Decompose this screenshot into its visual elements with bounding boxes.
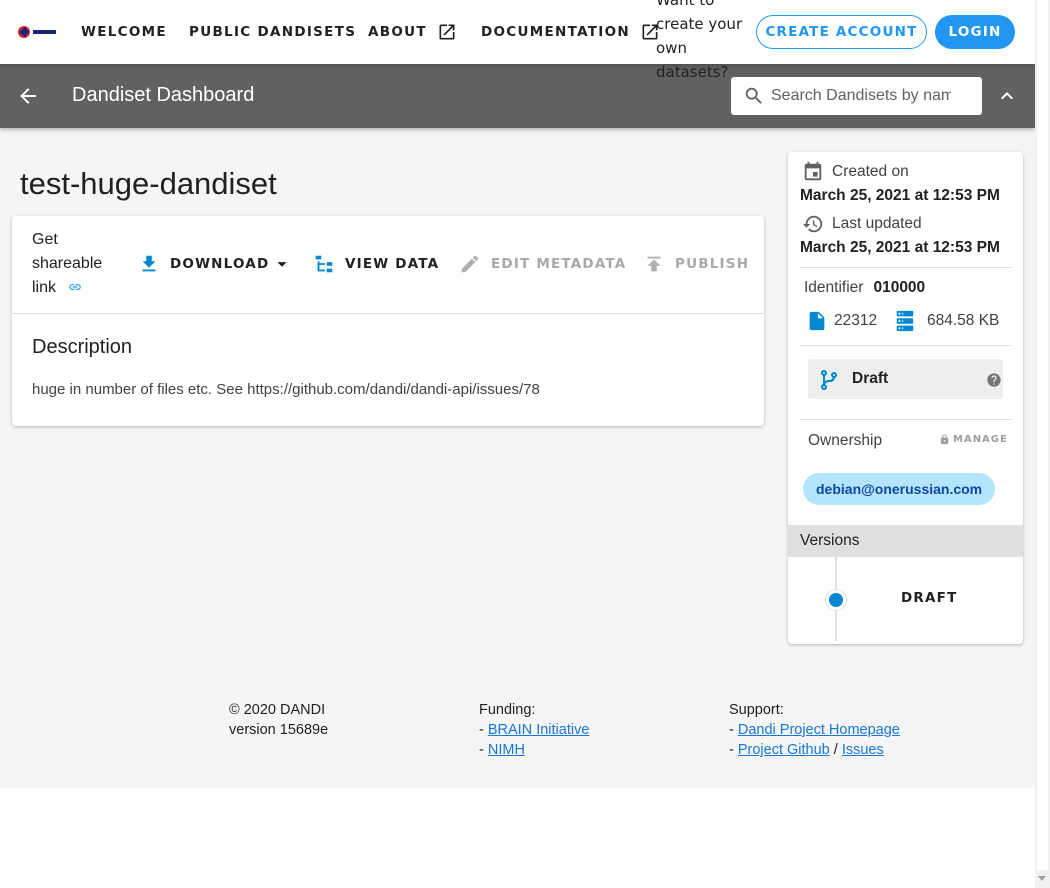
open-in-new-icon [439,24,455,40]
version-label: Draft [852,370,889,387]
scroll-down-arrow[interactable] [1038,876,1046,881]
link-icon [69,284,82,290]
version-text: version 15689e [229,722,329,738]
caret-down-icon [277,262,287,267]
toolbar-title: Dandiset Dashboard [72,84,255,106]
file-tree-icon [315,255,333,273]
edit-metadata-label: Edit Metadata [491,256,627,272]
download-button[interactable]: Download [138,252,293,276]
size-row: 684.58 KB [894,310,999,332]
identifier-label: Identifier [804,279,864,296]
top-app-bar: Welcome Public Dandisets About Documenta… [0,0,1035,81]
dandiset-card: Get shareable link Download View Data Ed… [12,216,764,426]
search-icon [745,87,762,104]
updated-row: Last updated [802,213,922,235]
file-count: 22312 [834,312,878,329]
view-data-label: View Data [345,256,440,272]
created-label: Created on [832,163,909,180]
footer-copyright: © 2020 DANDI version 15689e [229,700,328,740]
edit-metadata-button[interactable]: Edit Metadata [459,252,626,276]
updated-value: March 25, 2021 at 12:53 PM [800,239,1000,256]
history-icon [802,215,823,233]
vertical-scrollbar[interactable] [1035,0,1050,888]
footer-funding: Funding: - BRAIN Initiative - NIMH [479,700,589,760]
dandi-homepage-link[interactable]: Dandi Project Homepage [738,722,900,738]
scrollbar-thumb[interactable] [1037,0,1048,870]
manage-owners-button[interactable]: MANAGE [939,434,1008,445]
create-account-label: Create Account [765,24,918,40]
publish-label: Publish [675,256,750,272]
updated-label: Last updated [832,215,922,232]
created-row: Created on [802,161,909,183]
divider [800,345,1011,346]
chevron-up-icon[interactable] [995,84,1019,108]
version-selector[interactable]: Draft [808,359,1003,399]
create-account-button[interactable]: Create Account [756,15,927,49]
support-item: - Project Github / Issues [729,742,884,758]
divider [800,419,1011,420]
brain-initiative-link[interactable]: BRAIN Initiative [488,722,590,738]
copyright-text: © 2020 DANDI [229,702,326,718]
upload-icon [647,256,661,272]
footer: © 2020 DANDI version 15689e Funding: - B… [0,688,1035,788]
search-field[interactable] [731,77,982,115]
arrow-left-icon[interactable] [16,84,40,108]
dandi-logo[interactable] [16,24,58,40]
nav-welcome-label: Welcome [81,24,167,40]
project-github-link[interactable]: Project Github [738,742,830,758]
share-link-button[interactable]: Get shareable link [32,228,112,300]
identifier-row: Identifier 010000 [804,279,925,297]
view-data-button[interactable]: View Data [313,252,439,276]
versions-heading: Versions [788,525,1023,557]
help-circle-icon[interactable] [986,372,1002,388]
download-icon [142,255,156,272]
calendar-icon [804,161,822,181]
database-icon [896,310,914,332]
file-count-row: 22312 [806,310,877,332]
issues-link[interactable]: Issues [842,742,884,758]
search-input[interactable] [771,87,951,105]
file-icon [809,311,825,331]
nav-documentation[interactable]: Documentation [481,18,660,46]
login-label: Login [948,24,1002,40]
version-draft-link[interactable]: DRAFT [901,590,957,606]
promo-text: Want to create your own datasets? [656,0,743,81]
divider [12,313,764,314]
dashboard-toolbar: Dandiset Dashboard [0,64,1035,128]
funding-item: - BRAIN Initiative [479,722,590,738]
description-heading: Description [32,336,133,358]
support-label: Support: [729,702,784,718]
nav-about[interactable]: About [368,18,457,46]
dandiset-name: test-huge-dandiset [20,166,277,201]
nimh-link[interactable]: NIMH [488,742,525,758]
download-label: Download [170,256,270,272]
nav-welcome[interactable]: Welcome [81,18,167,46]
timeline-dot [826,590,846,610]
login-button[interactable]: Login [935,15,1015,49]
nav-public-dandisets[interactable]: Public Dandisets [189,18,356,46]
description-text: huge in number of files etc. See https:/… [32,381,540,398]
identifier-value: 010000 [873,279,926,296]
funding-label: Funding: [479,702,536,718]
created-value: March 25, 2021 at 12:53 PM [800,187,1000,204]
support-item: - Dandi Project Homepage [729,722,900,738]
pencil-icon [461,255,479,273]
nav-public-dandisets-label: Public Dandisets [189,24,357,40]
divider [800,267,1011,268]
ownership-label: Ownership [808,432,883,449]
lock-icon [940,434,949,445]
nav-about-label: About [368,24,427,40]
size-value: 684.58 KB [927,312,1000,329]
owner-chip[interactable]: debian@onerussian.com [803,473,996,505]
source-branch-icon [821,370,837,390]
page-bottom [0,788,1035,888]
manage-label: MANAGE [953,434,1008,445]
funding-item: - NIMH [479,742,525,758]
publish-button[interactable]: Publish [643,252,749,276]
nav-documentation-label: Documentation [481,24,630,40]
footer-support: Support: - Dandi Project Homepage - Proj… [729,700,900,760]
dandiset-sidebar: Created on March 25, 2021 at 12:53 PM La… [788,152,1023,644]
